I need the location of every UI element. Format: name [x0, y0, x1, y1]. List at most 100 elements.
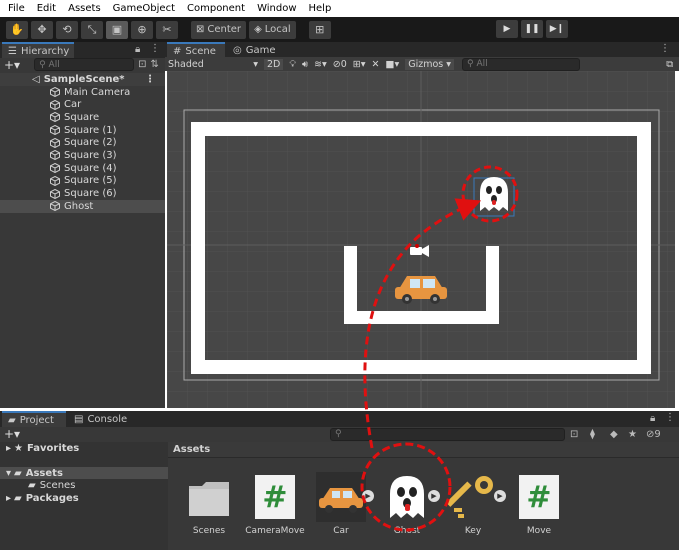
scene-search-input[interactable]: ⚲ All: [462, 57, 581, 71]
pause-icon: ❚❚: [524, 24, 540, 34]
wall-inner-bottom[interactable]: [344, 311, 499, 324]
menu-assets[interactable]: Assets: [68, 3, 101, 14]
shading-mode-dropdown[interactable]: Shaded ▾: [168, 59, 258, 70]
kebab-menu-icon[interactable]: ⋮: [150, 43, 160, 54]
menu-help[interactable]: Help: [309, 3, 332, 14]
pause-button[interactable]: ❚❚: [521, 20, 543, 38]
menu-edit[interactable]: Edit: [37, 3, 56, 14]
project-tree: ▸ ★ Favorites ▾ ▰ Assets ▰ Scenes ▸ ▰ Packages: [0, 442, 168, 550]
hierarchy-item[interactable]: Square (2): [0, 136, 165, 149]
hierarchy-item[interactable]: Square (5): [0, 175, 165, 188]
asset-cameramove[interactable]: # CameraMove: [244, 460, 306, 536]
hierarchy-item[interactable]: Main Camera: [0, 86, 165, 99]
csharp-script-icon: #: [514, 472, 564, 522]
tab-scene[interactable]: # Scene: [167, 42, 225, 58]
asset-key[interactable]: ▶ Key: [442, 460, 506, 536]
effects-icon[interactable]: ≋▾: [314, 59, 327, 70]
rotate-tool-button[interactable]: ⟲: [56, 20, 78, 39]
rect-tool-button[interactable]: ▣: [106, 20, 128, 39]
lock-icon[interactable]: 🔒︎: [135, 44, 140, 55]
menu-gameobject[interactable]: GameObject: [113, 3, 175, 14]
scene-maximize-icon[interactable]: ⧉: [666, 59, 673, 70]
pivot-local-button[interactable]: ◈ Local: [249, 20, 296, 39]
transform-tool-button[interactable]: ⊕: [131, 20, 153, 39]
wall-bottom[interactable]: [191, 360, 651, 374]
folder-icon: [184, 472, 234, 522]
wall-right[interactable]: [637, 122, 651, 368]
project-kebab-icon[interactable]: ⋮: [665, 412, 675, 423]
step-button[interactable]: ▶❙: [546, 20, 568, 38]
audio-icon[interactable]: 🔊︎: [302, 59, 308, 70]
wall-left[interactable]: [191, 122, 205, 368]
hierarchy-item[interactable]: Ghost: [0, 199, 165, 213]
add-icon[interactable]: +▾: [4, 58, 20, 72]
filter-icon[interactable]: ⊡: [138, 59, 146, 70]
scene-viewport[interactable]: [167, 71, 675, 408]
favorites-row[interactable]: ▸ ★ Favorites: [0, 442, 168, 455]
tab-project[interactable]: ▰ Project: [2, 411, 66, 427]
assets-folder-row[interactable]: ▾ ▰ Assets: [0, 466, 168, 480]
grid-toggle-icon[interactable]: ⊞▾: [353, 59, 366, 70]
hierarchy-item[interactable]: Car: [0, 98, 165, 111]
tab-game[interactable]: ◎ Game: [227, 42, 281, 58]
gameobject-cube-icon: [50, 188, 60, 199]
gameobject-cube-icon: [50, 137, 60, 148]
hidden-objects-icon[interactable]: ⊘0: [333, 59, 347, 70]
custom-tool-button[interactable]: ✂: [156, 20, 178, 39]
play-button[interactable]: ▶: [496, 20, 518, 38]
gamepad-icon: ◎: [233, 44, 242, 56]
gameobject-cube-icon: [50, 99, 60, 110]
expand-sprite-icon[interactable]: ▶: [362, 490, 374, 502]
type-filter-icon[interactable]: ⊡: [570, 429, 578, 440]
hierarchy-item[interactable]: Square (3): [0, 149, 165, 162]
wall-top[interactable]: [191, 122, 651, 136]
scene-root-row[interactable]: ◁ SampleScene* ⋮: [0, 73, 165, 86]
camera-icon[interactable]: ■▾: [385, 59, 399, 70]
hidden-packages-icon[interactable]: ⊘9: [646, 429, 661, 440]
move-tool-button[interactable]: ✥: [31, 20, 53, 39]
asset-ghost[interactable]: ▶ Ghost: [376, 460, 440, 536]
expand-sprite-icon[interactable]: ▶: [494, 490, 506, 502]
scene-menu-icon[interactable]: ⋮: [145, 74, 155, 85]
scale-tool-button[interactable]: ⤡: [81, 20, 103, 39]
tab-console[interactable]: ▤ Console: [68, 411, 134, 427]
scenes-folder-row[interactable]: ▰ Scenes: [0, 479, 168, 492]
scene-kebab-icon[interactable]: ⋮: [660, 43, 670, 54]
dropdown-arrow-icon: ▾: [253, 58, 258, 70]
expand-sprite-icon[interactable]: ▶: [428, 490, 440, 502]
hierarchy-panel: +▾ ⚲ All ⊡ ⇅ ◁ SampleScene* ⋮ Main Camera…: [0, 58, 165, 408]
project-lock-icon[interactable]: 🔒︎: [650, 413, 655, 424]
pivot-center-button[interactable]: ⊠ Center: [191, 20, 247, 39]
sort-icon[interactable]: ⇅: [150, 59, 158, 70]
tools-overlay-icon[interactable]: ✕: [372, 59, 380, 70]
grid-snap-button[interactable]: ⊞: [308, 20, 331, 39]
tab-hierarchy[interactable]: ☰ Hierarchy: [2, 42, 74, 58]
hierarchy-item[interactable]: Square: [0, 111, 165, 124]
menu-file[interactable]: File: [8, 3, 25, 14]
label-filter-icon[interactable]: ⧫: [590, 429, 595, 440]
project-search-input[interactable]: ⚲: [330, 427, 565, 441]
play-icon: ▶: [503, 24, 511, 34]
hierarchy-item[interactable]: Square (6): [0, 187, 165, 200]
console-icon: ▤: [74, 413, 84, 425]
lighting-icon[interactable]: 💡︎: [289, 59, 296, 70]
hand-tool-button[interactable]: ✋: [6, 20, 28, 39]
asset-move[interactable]: # Move: [508, 460, 570, 536]
menu-window[interactable]: Window: [257, 3, 296, 14]
asset-car[interactable]: ▶ Car: [310, 460, 374, 536]
star-icon[interactable]: ★: [628, 429, 637, 440]
assets-grid: Scenes # CameraMove ▶ Car ▶ Ghost ▶ Key …: [170, 460, 675, 545]
hierarchy-item[interactable]: Square (1): [0, 124, 165, 137]
hierarchy-search-input[interactable]: ⚲ All: [34, 58, 135, 71]
toggle-2d-button[interactable]: 2D: [264, 58, 284, 70]
tag-icon[interactable]: ◆: [610, 429, 618, 440]
scene-canvas[interactable]: [167, 71, 675, 408]
hierarchy-toolbar: +▾ ⚲ All ⊡ ⇅: [0, 58, 165, 72]
project-toolbar: +▾ ⚲ ⊡ ⧫ ◆ ★ ⊘9: [0, 427, 679, 441]
project-add-icon[interactable]: +▾: [4, 427, 20, 441]
asset-scenes[interactable]: Scenes: [178, 460, 240, 536]
packages-folder-row[interactable]: ▸ ▰ Packages: [0, 492, 168, 505]
gizmos-dropdown[interactable]: Gizmos ▾: [405, 58, 455, 70]
menu-component[interactable]: Component: [187, 3, 245, 14]
hierarchy-item[interactable]: Square (4): [0, 162, 165, 175]
